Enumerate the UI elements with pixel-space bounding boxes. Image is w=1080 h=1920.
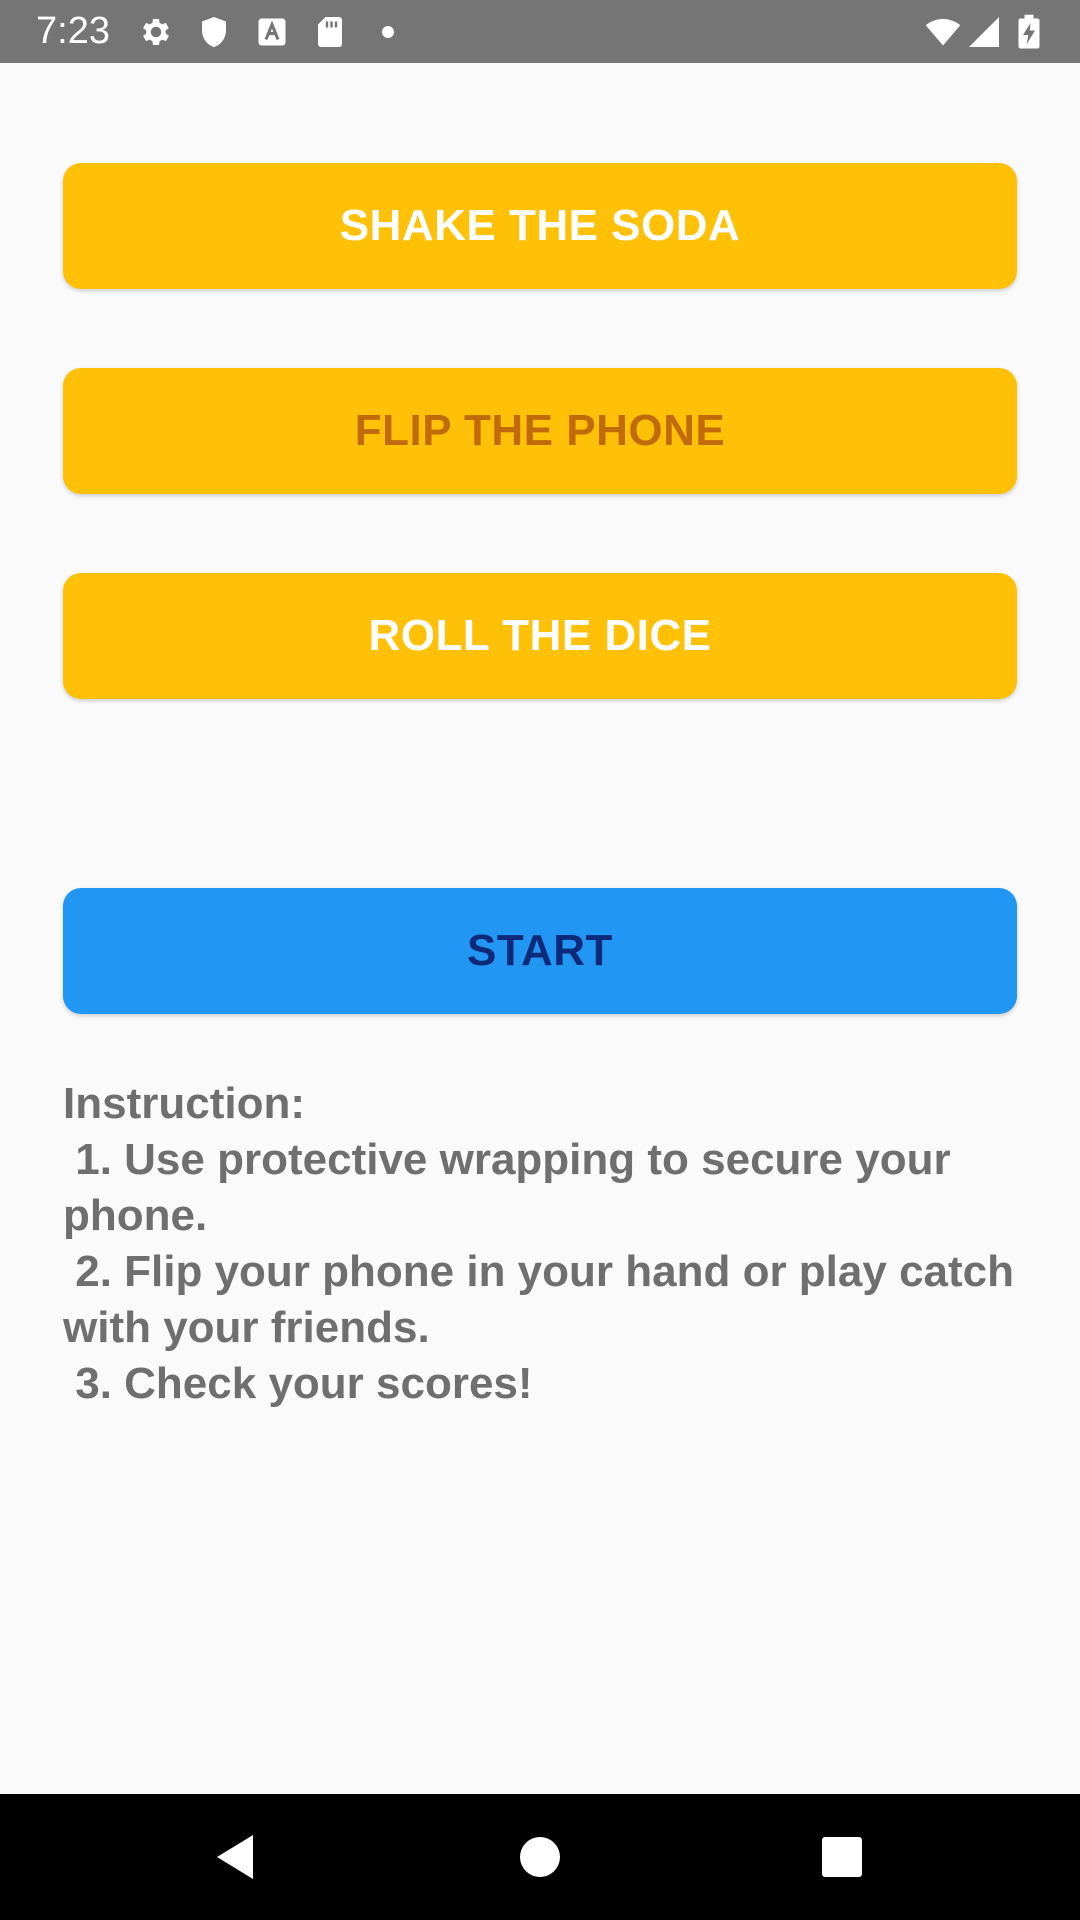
main-content: SHAKE THE SODA FLIP THE PHONE ROLL THE D…	[0, 63, 1080, 1794]
home-icon[interactable]	[510, 1827, 570, 1887]
dot-icon	[370, 14, 406, 50]
back-icon[interactable]	[207, 1827, 267, 1887]
flip-the-phone-button[interactable]: FLIP THE PHONE	[63, 368, 1017, 494]
signal-icon	[966, 14, 1002, 50]
roll-the-dice-button[interactable]: ROLL THE DICE	[63, 573, 1017, 699]
sd-card-icon	[312, 14, 348, 50]
battery-charging-icon	[1014, 14, 1044, 50]
navigation-bar	[0, 1794, 1080, 1920]
instruction-step-2: 2. Flip your phone in your hand or play …	[63, 1247, 1027, 1352]
instructions-heading: Instruction:	[63, 1079, 305, 1128]
instructions-text: Instruction: 1. Use protective wrapping …	[63, 1076, 1023, 1412]
wifi-icon	[922, 14, 964, 50]
start-button[interactable]: START	[63, 888, 1017, 1014]
instruction-step-1: 1. Use protective wrapping to secure you…	[63, 1135, 963, 1240]
status-time: 7:23	[36, 10, 110, 52]
text-a-icon	[254, 14, 290, 50]
instruction-step-3: 3. Check your scores!	[63, 1359, 533, 1408]
shield-icon	[196, 14, 232, 50]
status-bar: 7:23	[0, 0, 1080, 63]
shake-the-soda-button[interactable]: SHAKE THE SODA	[63, 163, 1017, 289]
recents-icon[interactable]	[812, 1827, 872, 1887]
gear-icon	[138, 14, 174, 50]
